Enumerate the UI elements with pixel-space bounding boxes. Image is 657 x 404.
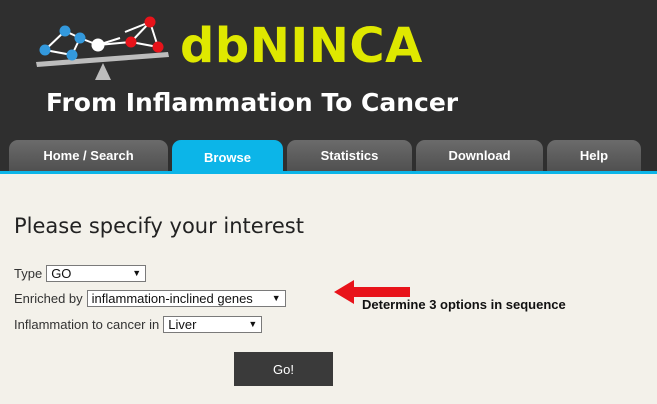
tab-home-search[interactable]: Home / Search <box>9 140 168 171</box>
tab-browse[interactable]: Browse <box>172 140 283 174</box>
tab-statistics[interactable]: Statistics <box>287 140 412 171</box>
chevron-down-icon: ▼ <box>271 293 281 303</box>
site-title: dbNINCA <box>180 18 423 74</box>
tissue-select[interactable]: Liver ▼ <box>163 315 263 333</box>
type-row: Type GO ▼ <box>14 263 147 283</box>
type-select[interactable]: GO ▼ <box>46 264 147 282</box>
type-select-value: GO <box>51 265 72 281</box>
site-header: dbNINCA From Inflammation To Cancer Home… <box>0 0 657 174</box>
network-seesaw-logo-icon <box>36 16 169 80</box>
go-button[interactable]: Go! <box>234 352 333 386</box>
annotation-text: Determine 3 options in sequence <box>362 297 566 312</box>
tissue-select-value: Liver <box>168 316 197 332</box>
enriched-by-select-value: inflammation-inclined genes <box>91 290 253 306</box>
inflammation-to-cancer-row: Inflammation to cancer in Liver ▼ <box>14 314 263 334</box>
tab-help[interactable]: Help <box>547 140 641 171</box>
chevron-down-icon: ▼ <box>248 319 258 329</box>
main-nav: Home / Search Browse Statistics Download… <box>0 140 657 174</box>
site-tagline: From Inflammation To Cancer <box>46 88 459 117</box>
chevron-down-icon: ▼ <box>132 268 142 278</box>
enriched-by-select[interactable]: inflammation-inclined genes ▼ <box>86 289 286 307</box>
page-heading: Please specify your interest <box>14 214 304 238</box>
nav-underline <box>0 171 657 174</box>
enriched-by-row: Enriched by inflammation-inclined genes … <box>14 288 286 308</box>
inflammation-to-cancer-label: Inflammation to cancer in <box>14 316 160 332</box>
enriched-by-label: Enriched by <box>14 290 83 306</box>
type-label: Type <box>14 265 43 281</box>
tab-download[interactable]: Download <box>416 140 543 171</box>
